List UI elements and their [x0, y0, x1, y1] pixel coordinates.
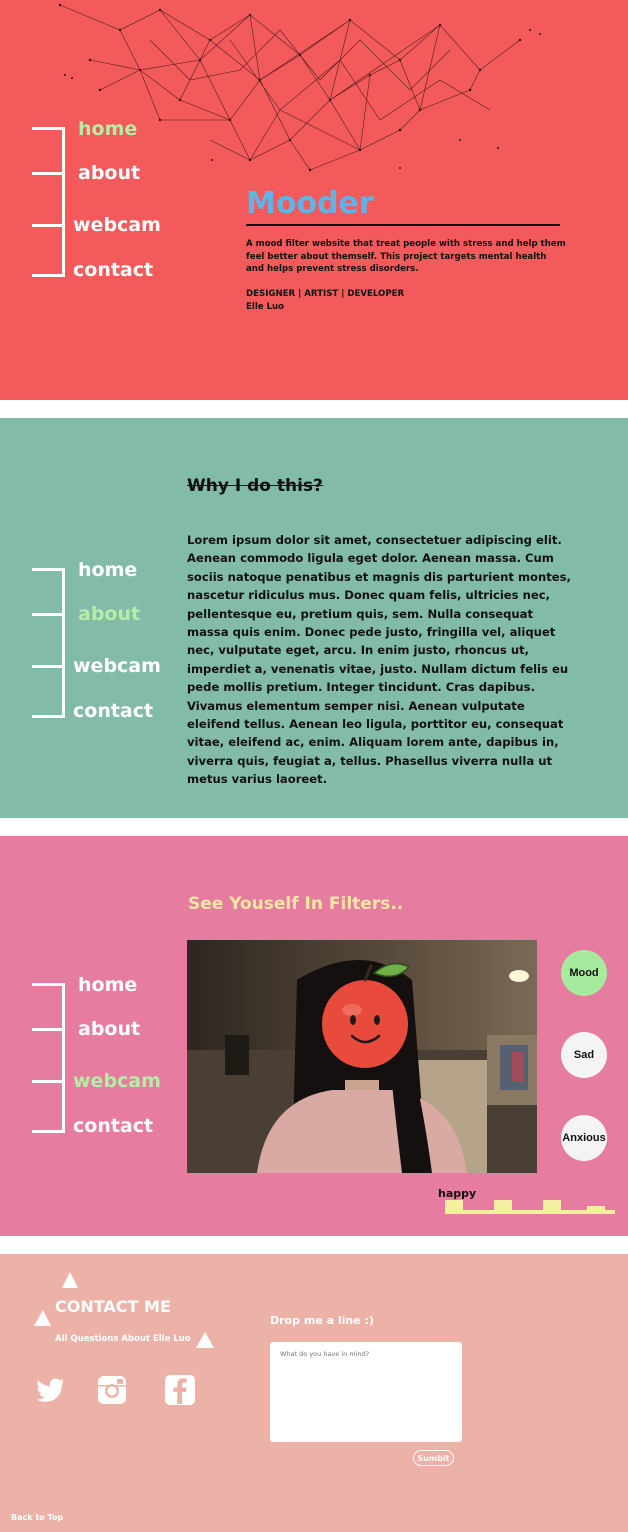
nav-link-about[interactable]: about	[78, 1018, 140, 1040]
message-textarea[interactable]	[270, 1342, 462, 1442]
nav-about-section: home about webcam contact	[0, 559, 200, 722]
nav-bracket	[32, 127, 65, 277]
mood-filter-button[interactable]: Mood	[561, 950, 607, 996]
nav-link-contact[interactable]: contact	[73, 259, 153, 281]
nav-link-webcam[interactable]: webcam	[73, 214, 161, 236]
about-heading: Why I do this?	[187, 476, 323, 496]
back-to-top-link[interactable]: Back to Top	[11, 1513, 63, 1522]
nav-link-webcam[interactable]: webcam	[73, 1070, 161, 1092]
nav-home-section: home about webcam contact	[0, 118, 200, 281]
nav-link-contact[interactable]: contact	[73, 1115, 153, 1137]
nav-link-about[interactable]: about	[78, 603, 140, 625]
facebook-icon[interactable]	[164, 1374, 196, 1406]
nav-link-about[interactable]: about	[78, 162, 140, 184]
instagram-icon[interactable]	[96, 1374, 128, 1406]
webcam-heading: See Youself In Filters..	[188, 894, 404, 914]
message-label: Drop me a line :)	[270, 1314, 374, 1327]
sad-filter-button[interactable]: Sad	[561, 1032, 607, 1078]
webcam-section: home about webcam contact See Youself In…	[0, 836, 628, 1236]
webcam-feed-image	[187, 940, 537, 1173]
home-section: home about webcam contact Mooder A mood …	[0, 0, 628, 400]
about-body-text: Lorem ipsum dolor sit amet, consectetuer…	[187, 533, 571, 787]
nav-link-contact[interactable]: contact	[73, 700, 153, 722]
nav-webcam-section: home about webcam contact	[0, 974, 200, 1137]
contact-section: CONTACT ME All Questions About Elle Luo …	[0, 1254, 628, 1532]
project-roles: DESIGNER | ARTIST | DEVELOPER	[246, 289, 405, 299]
submit-button[interactable]: Sumbit	[413, 1450, 454, 1466]
mood-bar-graph	[445, 1200, 615, 1214]
nav-link-home[interactable]: home	[78, 118, 137, 140]
project-description: A mood filter website that treat people …	[246, 239, 566, 274]
title-divider	[246, 224, 560, 226]
author-name: Elle Luo	[246, 302, 285, 312]
nav-bracket	[32, 568, 65, 718]
nav-link-home[interactable]: home	[78, 559, 137, 581]
nav-link-home[interactable]: home	[78, 974, 137, 996]
nav-bracket	[32, 983, 65, 1133]
contact-subtitle: All Questions About Elle Luo	[55, 1334, 191, 1344]
nav-link-webcam[interactable]: webcam	[73, 655, 161, 677]
contact-title: CONTACT ME	[55, 1297, 171, 1316]
twitter-icon[interactable]	[34, 1374, 66, 1406]
webcam-video	[187, 940, 537, 1173]
anxious-filter-button[interactable]: Anxious	[561, 1115, 607, 1161]
page-title: Mooder	[246, 186, 374, 221]
about-section: home about webcam contact Why I do this?…	[0, 418, 628, 818]
